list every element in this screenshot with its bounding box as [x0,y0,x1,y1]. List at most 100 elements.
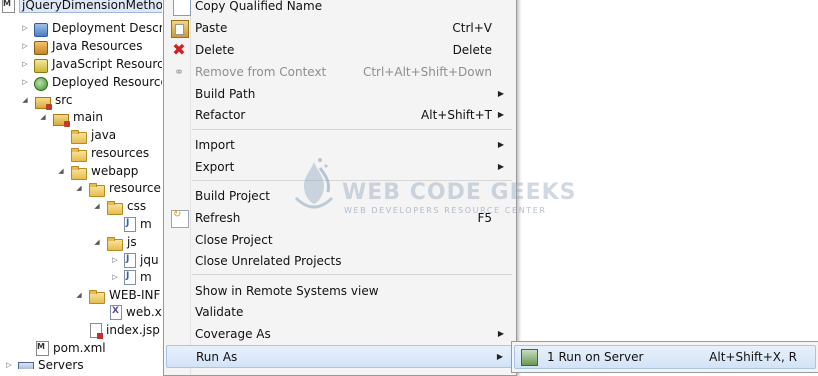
menu-item-copy-qualified-name[interactable]: Copy Qualified Name [166,0,512,16]
submenu-arrow-icon: ▶ [497,110,504,119]
tree-item-js[interactable]: ◢ js [88,233,137,251]
menu-item-label: Refactor [195,107,246,122]
tree-item-pom-xml[interactable]: pom.xml [36,339,106,357]
folder-icon [89,183,105,197]
menu-item-import[interactable]: Import ▶ [166,134,512,155]
submenu-arrow-icon: ▶ [496,352,503,361]
tree-item-index-jsp[interactable]: index.jsp [90,321,160,339]
tree-item-resource[interactable]: ◢ resource [70,179,161,197]
js-file-icon [124,252,136,268]
tree-item-servers[interactable]: ▷ Servers [0,356,84,369]
menu-item-export[interactable]: Export ▶ [166,156,512,177]
menu-item-validate[interactable]: Validate [166,301,512,322]
expand-arrow-icon[interactable]: ▷ [5,361,13,369]
menu-item-run-as[interactable]: Run As ▶ [166,345,512,368]
tree-item-label: java [91,128,117,142]
collapse-arrow-icon[interactable]: ◢ [75,291,83,299]
menu-item-label: Copy Qualified Name [195,0,323,13]
tree-item-java[interactable]: java [52,126,116,144]
context-menu: Copy Qualified Name Paste Ctrl+V ✖ Delet… [163,0,517,376]
collapse-arrow-icon[interactable]: ◢ [75,184,83,192]
tree-item-label: js [127,235,137,249]
delete-icon: ✖ [172,40,186,59]
tree-item-label: Servers [38,358,84,369]
submenu-item-label: 1 Run on Server [547,350,644,364]
submenu-item-run-on-server[interactable]: 1 Run on Server Alt+Shift+X, R [514,345,816,369]
tree-item-project[interactable]: jQueryDimensionMetho [2,0,162,14]
menu-item-paste[interactable]: Paste Ctrl+V [166,17,512,38]
collapse-arrow-icon[interactable]: ◢ [93,238,101,246]
maven-file-icon [36,340,49,356]
deployed-resources-icon [34,77,48,91]
menu-item-label: Validate [195,304,244,319]
tree-item-main[interactable]: ◢ main [34,108,103,127]
menu-item-build-project[interactable]: Build Project [166,185,512,206]
collapse-arrow-icon[interactable]: ◢ [39,113,47,121]
submenu-arrow-icon: ▶ [497,140,504,149]
tree-item-deployment-descriptor[interactable]: ▷ Deployment Descrip [16,19,162,37]
tree-item-webapp[interactable]: ◢ webapp [52,162,138,180]
submenu-arrow-icon: ▶ [497,162,504,171]
menu-item-refresh[interactable]: Refresh F5 [166,207,512,228]
collapse-arrow-icon[interactable]: ◢ [93,202,101,210]
menu-item-label: Build Path [195,86,256,101]
menu-item-show-in-remote-systems-view[interactable]: Show in Remote Systems view [166,280,512,301]
expand-arrow-icon[interactable]: ▷ [111,256,119,264]
tree-item-label: Java Resources [52,39,143,53]
menu-item-refactor[interactable]: Refactor Alt+Shift+T ▶ [166,104,512,125]
folder-icon [107,237,123,251]
tree-item-java-resources[interactable]: ▷ Java Resources [16,37,142,55]
menu-item-build-path[interactable]: Build Path ▶ [166,83,512,104]
tree-item-deployed-resources[interactable]: ▷ Deployed Resources [16,73,162,91]
menu-item-shortcut: Ctrl+V [452,20,492,35]
tree-item-label: resources [91,146,150,160]
tree-item-label: main [73,110,103,124]
expand-arrow-icon[interactable]: ▷ [21,24,29,32]
expand-arrow-icon[interactable]: ▷ [21,42,29,50]
menu-item-label: Run As [196,349,238,364]
tree-item-css[interactable]: ◢ css [88,197,146,215]
submenu-arrow-icon: ▶ [497,89,504,98]
menu-item-delete[interactable]: ✖ Delete Delete [166,39,512,60]
folder-icon [89,290,105,304]
folder-icon [71,148,87,162]
menu-separator [192,274,512,275]
submenu-item-shortcut: Alt+Shift+X, R [709,350,797,364]
expand-arrow-icon[interactable]: ▷ [111,273,119,281]
tree-item-web-inf[interactable]: ◢ WEB-INF [70,286,160,304]
menu-item-label: Show in Remote Systems view [195,283,379,298]
menu-item-label: Close Project [195,232,273,247]
tree-item-label: pom.xml [53,341,106,355]
tree-item-label: webapp [91,164,139,178]
tree-item-label: JavaScript Resources [52,57,162,71]
menu-item-coverage-as[interactable]: Coverage As ▶ [166,323,512,344]
folder-icon [71,130,87,144]
xml-file-icon [110,304,122,320]
refresh-icon [171,209,189,228]
collapse-arrow-icon[interactable]: ◢ [57,167,65,175]
menu-item-close-project[interactable]: Close Project [166,229,512,250]
menu-item-label: Close Unrelated Projects [195,253,342,268]
tree-item-src[interactable]: ◢ src [16,91,73,110]
tree-item-web-xml[interactable]: web.x [110,303,162,321]
tree-item-label: Deployment Descrip [52,21,162,35]
javascript-resources-icon [34,59,48,73]
menu-item-label: Remove from Context [195,64,327,79]
tree-item-javascript-resources[interactable]: ▷ JavaScript Resources [16,55,162,73]
menu-separator [192,129,512,130]
copy-icon [173,0,191,16]
collapse-arrow-icon[interactable]: ◢ [21,96,29,104]
tree-item-resources[interactable]: resources [52,144,149,162]
menu-item-shortcut: Ctrl+Alt+Shift+Down [362,64,492,79]
expand-arrow-icon[interactable]: ▷ [21,60,29,68]
menu-item-close-unrelated-projects[interactable]: Close Unrelated Projects [166,250,512,271]
menu-item-label: Coverage As [195,326,271,341]
tree-item-jquery-file[interactable]: ▷ jqu [106,251,159,269]
expand-arrow-icon[interactable]: ▷ [21,78,29,86]
run-as-submenu: 1 Run on Server Alt+Shift+X, R [511,341,818,373]
tree-item-my-file[interactable]: ▷ m [106,268,152,286]
servers-folder-icon [18,362,34,369]
menu-item-label: Build Project [195,188,270,203]
tree-item-css-file[interactable]: m [124,215,152,233]
menu-item-remove-from-context[interactable]: ⚭ Remove from Context Ctrl+Alt+Shift+Dow… [166,61,512,82]
